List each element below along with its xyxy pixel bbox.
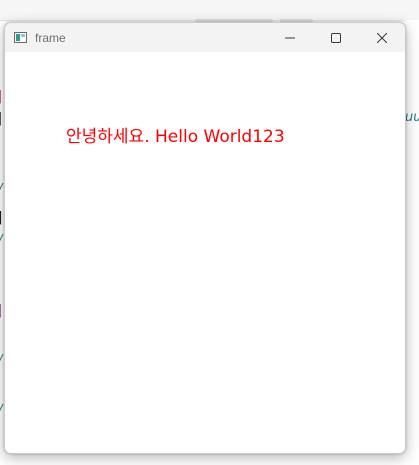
- maximize-icon: [331, 32, 341, 43]
- background-code-glyph: /: [0, 354, 2, 367]
- title-bar[interactable]: frame: [5, 23, 405, 52]
- maximize-button[interactable]: [313, 23, 359, 52]
- app-window: frame 안녕하세요. Hello World123: [4, 22, 406, 454]
- background-code-glyph: /: [0, 183, 2, 196]
- background-code-glyph: /: [0, 234, 2, 247]
- background-code-glyph: |: [0, 303, 3, 318]
- close-button[interactable]: [359, 23, 405, 52]
- greeting-text: 안녕하세요. Hello World123: [66, 127, 285, 147]
- background-code-glyph: |: [0, 111, 3, 126]
- window-title: frame: [35, 31, 66, 45]
- close-icon: [377, 32, 387, 43]
- background-code-glyph: /: [0, 404, 2, 417]
- background-code-glyph: |: [0, 89, 3, 104]
- background-code-fragment: uu: [405, 110, 419, 125]
- minimize-icon: [285, 37, 295, 38]
- background-toolbar: [0, 0, 419, 21]
- background-code-glyph: |: [0, 210, 3, 225]
- window-content: 안녕하세요. Hello World123: [5, 52, 405, 453]
- app-frame-icon: [14, 32, 27, 43]
- background-right-strip: [405, 20, 419, 465]
- minimize-button[interactable]: [267, 23, 313, 52]
